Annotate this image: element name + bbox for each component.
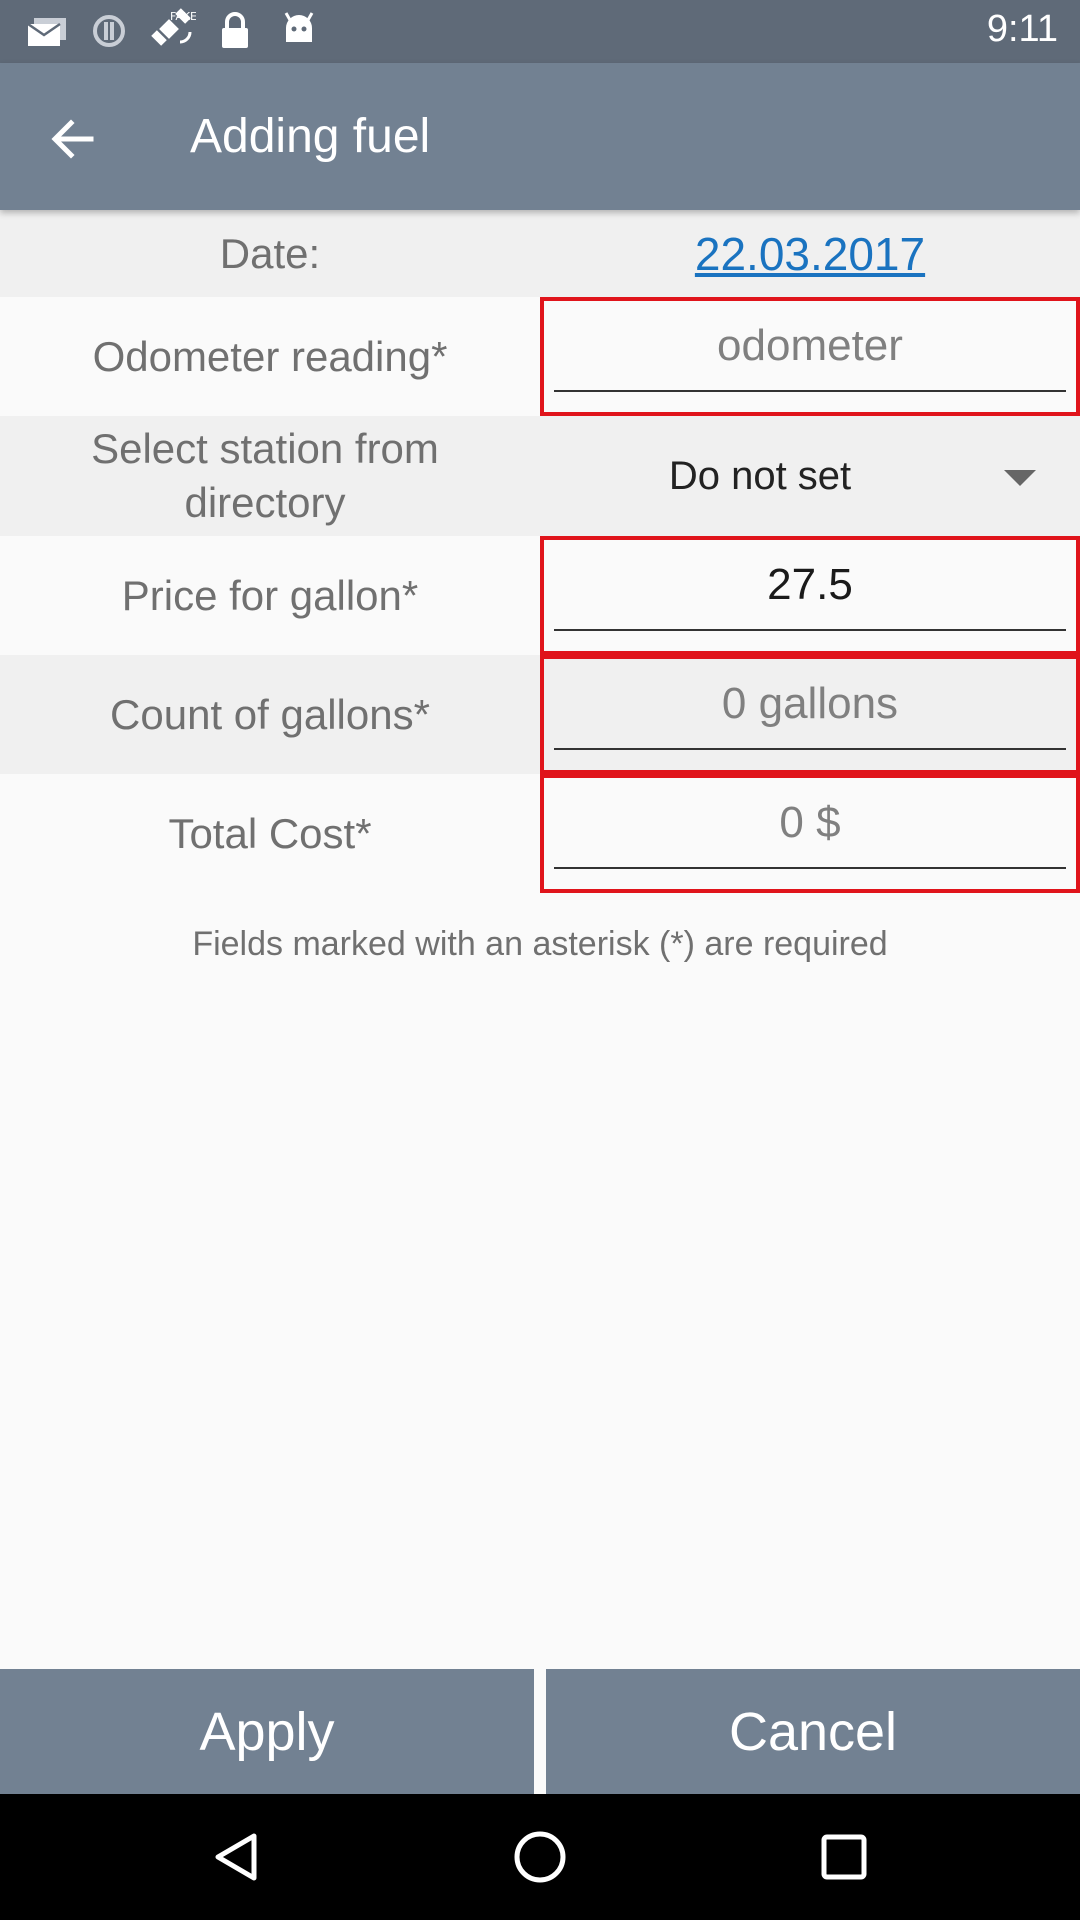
odometer-row: Odometer reading* — [0, 297, 1080, 416]
apply-button[interactable]: Apply — [0, 1669, 534, 1794]
price-field-error-border — [540, 536, 1080, 655]
total-field-error-border — [540, 774, 1080, 893]
app-bar: Adding fuel — [0, 63, 1080, 210]
status-time: 9:11 — [986, 8, 1058, 50]
android-icon — [284, 12, 314, 42]
alert-icon — [93, 15, 125, 47]
date-row: Date: 22.03.2017 — [0, 210, 1080, 297]
station-row: Select station from directory Do not set — [0, 416, 1080, 536]
svg-text:FAKE: FAKE — [170, 10, 196, 23]
date-value-container: 22.03.2017 — [540, 210, 1080, 297]
total-row: Total Cost* — [0, 774, 1080, 893]
price-label: Price for gallon* — [121, 571, 419, 619]
email-icon — [28, 18, 66, 46]
price-row: Price for gallon* — [0, 536, 1080, 655]
lock-icon — [222, 12, 248, 48]
fake-gps-icon: FAKE — [151, 8, 196, 46]
date-label: Date: — [219, 229, 321, 277]
station-label: Select station from directory — [91, 425, 439, 526]
count-field-error-border — [540, 655, 1080, 774]
date-link[interactable]: 22.03.2017 — [695, 227, 925, 281]
system-nav-bar — [0, 1794, 1080, 1920]
station-dropdown[interactable]: Do not set — [540, 416, 1080, 536]
nav-recents-icon[interactable] — [821, 1834, 867, 1880]
arrow-back-icon[interactable] — [45, 111, 101, 167]
count-row: Count of gallons* — [0, 655, 1080, 774]
cancel-button[interactable]: Cancel — [546, 1669, 1080, 1794]
page-title: Adding fuel — [190, 110, 431, 163]
station-dropdown-value: Do not set — [668, 453, 852, 498]
nav-home-icon[interactable] — [513, 1830, 567, 1884]
count-input[interactable] — [554, 659, 1066, 750]
count-label: Count of gallons* — [110, 690, 430, 738]
odometer-input[interactable] — [554, 301, 1066, 392]
status-bar: FAKE 9:11 — [0, 0, 1080, 63]
total-label: Total Cost* — [168, 809, 372, 857]
odometer-label: Odometer reading* — [92, 332, 448, 380]
total-input[interactable] — [554, 778, 1066, 869]
nav-back-icon[interactable] — [212, 1832, 260, 1882]
odometer-field-error-border — [540, 297, 1080, 416]
required-fields-hint: Fields marked with an asterisk (*) are r… — [192, 925, 888, 963]
chevron-down-icon — [1004, 470, 1036, 486]
price-input[interactable] — [554, 540, 1066, 631]
